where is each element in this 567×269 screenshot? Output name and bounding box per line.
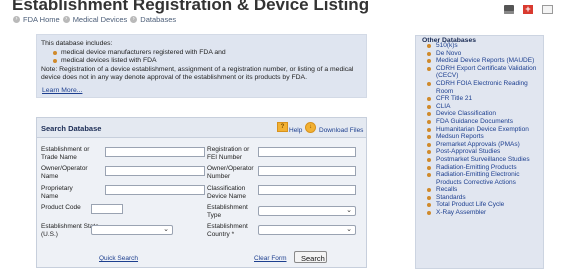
chevron-down-icon: ⌄ bbox=[346, 207, 352, 214]
info-bullet-list: medical device manufacturers registered … bbox=[51, 49, 226, 65]
other-db-link[interactable]: Post-Approval Studies bbox=[426, 148, 541, 156]
plus-icon[interactable]: + bbox=[523, 5, 533, 14]
quick-search-link[interactable]: Quick Search bbox=[99, 255, 138, 262]
other-db-link[interactable]: CLIA bbox=[426, 103, 541, 111]
learn-more-link[interactable]: Learn More... bbox=[42, 87, 82, 95]
other-db-link[interactable]: De Novo bbox=[426, 50, 541, 58]
other-db-link[interactable]: FDA Guidance Documents bbox=[426, 118, 541, 126]
classification-label: Classification Device Name bbox=[207, 185, 247, 200]
info-bullet: medical devices listed with FDA bbox=[51, 57, 226, 65]
other-db-link[interactable]: Premarket Approvals (PMAs) bbox=[426, 141, 541, 149]
other-databases-panel: Other Databases 510(k)s De Novo Medical … bbox=[415, 35, 544, 269]
chevron-down-icon: ⌄ bbox=[346, 226, 352, 233]
other-db-link[interactable]: X-Ray Assembler bbox=[426, 209, 541, 217]
proprietary-input[interactable] bbox=[105, 185, 205, 195]
breadcrumb-medical-devices[interactable]: Medical Devices bbox=[73, 15, 128, 24]
other-db-link[interactable]: CDRH FOIA Electronic Reading Room bbox=[426, 80, 541, 95]
country-select[interactable]: ⌄ bbox=[258, 225, 356, 235]
other-db-link[interactable]: Medsun Reports bbox=[426, 133, 541, 141]
title-bar: Establishment Registration & Device List… bbox=[0, 0, 567, 27]
other-db-link[interactable]: Device Classification bbox=[426, 110, 541, 118]
database-info-box: This database includes: medical device m… bbox=[36, 34, 367, 98]
search-title: Search Database bbox=[41, 124, 102, 133]
other-db-link[interactable]: Total Product Life Cycle bbox=[426, 201, 541, 209]
product-code-input[interactable] bbox=[91, 204, 123, 214]
other-db-link[interactable]: CDRH Export Certificate Validation (CECV… bbox=[426, 65, 541, 80]
other-db-link[interactable]: Humanitarian Device Exemption bbox=[426, 126, 541, 134]
download-icon[interactable]: ↓ bbox=[305, 122, 316, 133]
breadcrumb-databases[interactable]: Databases bbox=[140, 15, 176, 24]
other-db-link[interactable]: Medical Device Reports (MAUDE) bbox=[426, 57, 541, 65]
other-databases-list: 510(k)s De Novo Medical Device Reports (… bbox=[426, 42, 541, 217]
owner-number-input[interactable] bbox=[258, 166, 356, 176]
breadcrumb-fda-home[interactable]: FDA Home bbox=[23, 15, 60, 24]
page-title: Establishment Registration & Device List… bbox=[12, 0, 370, 14]
info-note: Note: Registration of a device establish… bbox=[41, 66, 354, 81]
search-header: Search Database ? Help ↓ Download Files bbox=[37, 118, 366, 138]
owner-name-label: Owner/Operator Name bbox=[41, 165, 88, 180]
establishment-input[interactable] bbox=[105, 147, 205, 157]
country-label: Establishment Country * bbox=[207, 223, 248, 238]
other-db-link[interactable]: Recalls bbox=[426, 186, 541, 194]
owner-number-label: Owner/Operator Number bbox=[207, 165, 254, 180]
info-bullet: medical device manufacturers registered … bbox=[51, 49, 226, 57]
print-icon[interactable] bbox=[504, 5, 514, 14]
other-db-link[interactable]: Radiation-Emitting Products bbox=[426, 164, 541, 172]
other-db-link[interactable]: CFR Title 21 bbox=[426, 95, 541, 103]
chevron-right-icon: › bbox=[13, 16, 20, 23]
establishment-type-label: Establishment Type bbox=[207, 204, 248, 219]
registration-label: Registration or FEI Number bbox=[207, 146, 250, 161]
toolbar: + bbox=[504, 5, 553, 14]
classification-input[interactable] bbox=[258, 185, 356, 195]
other-db-link[interactable]: Standards bbox=[426, 194, 541, 202]
establishment-label: Establishment or Trade Name bbox=[41, 146, 90, 161]
owner-name-input[interactable] bbox=[105, 166, 205, 176]
email-icon[interactable] bbox=[542, 5, 553, 14]
registration-input[interactable] bbox=[258, 147, 356, 157]
state-select[interactable]: ⌄ bbox=[91, 225, 173, 235]
chevron-right-icon: › bbox=[62, 16, 70, 23]
other-db-link[interactable]: Postmarket Surveillance Studies bbox=[426, 156, 541, 164]
info-intro: This database includes: bbox=[41, 40, 113, 47]
search-button[interactable]: Search bbox=[294, 251, 327, 263]
chevron-down-icon: ⌄ bbox=[163, 226, 169, 233]
search-database-panel: Search Database ? Help ↓ Download Files … bbox=[36, 117, 367, 268]
proprietary-label: Proprietary Name bbox=[41, 185, 73, 200]
help-icon[interactable]: ? bbox=[277, 122, 288, 132]
establishment-type-select[interactable]: ⌄ bbox=[258, 206, 356, 216]
download-files-link[interactable]: Download Files bbox=[319, 127, 363, 134]
help-link[interactable]: Help bbox=[289, 127, 302, 134]
chevron-right-icon: › bbox=[130, 16, 138, 23]
breadcrumb: › FDA Home › Medical Devices › Databases bbox=[13, 15, 179, 24]
other-db-link[interactable]: 510(k)s bbox=[426, 42, 541, 50]
other-db-link[interactable]: Radiation-Emitting Electronic Products C… bbox=[426, 171, 541, 186]
product-code-label: Product Code bbox=[41, 204, 81, 211]
clear-form-link[interactable]: Clear Form bbox=[254, 255, 287, 262]
